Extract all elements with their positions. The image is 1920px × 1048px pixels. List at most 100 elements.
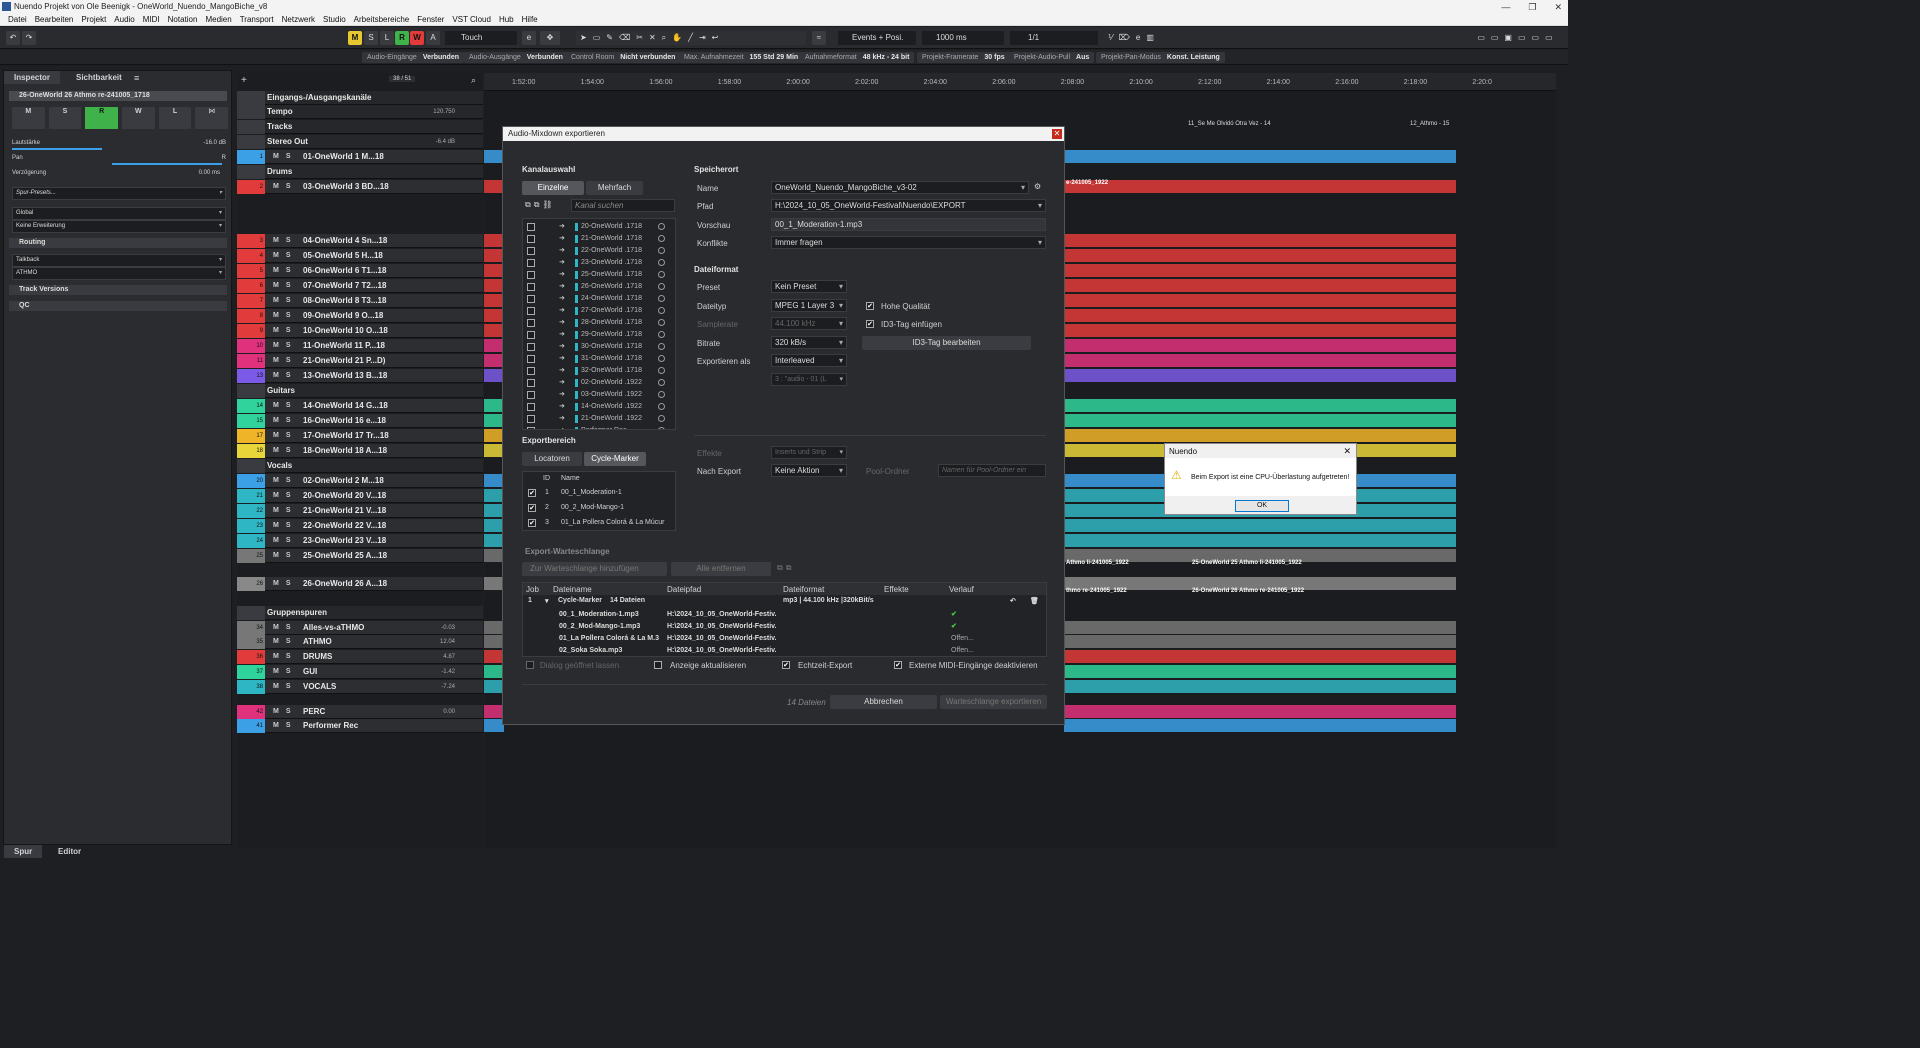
listen-button[interactable]: L bbox=[380, 31, 394, 45]
bitrate-select[interactable]: 320 kB/s bbox=[771, 336, 847, 349]
status-audio-in[interactable]: Audio-Eingänge Verbunden bbox=[362, 52, 465, 63]
track-mute-solo[interactable]: MS bbox=[273, 294, 298, 308]
extension-select[interactable]: Keine Erweiterung bbox=[12, 220, 226, 233]
channel-row[interactable]: ➜ 21-OneWorld .1922 bbox=[523, 413, 673, 425]
menu-netzwerk[interactable]: Netzwerk bbox=[278, 14, 319, 25]
track-row[interactable]: 22 MS 21-OneWorld 21 V...18 bbox=[237, 504, 483, 518]
audio-event[interactable] bbox=[1064, 324, 1456, 337]
track-row[interactable]: 17 MS 17-OneWorld 17 Tr...18 bbox=[237, 429, 483, 443]
menu-fenster[interactable]: Fenster bbox=[413, 14, 448, 25]
channel-checkbox[interactable] bbox=[527, 307, 535, 315]
channel-row[interactable]: ➜ 26-OneWorld .1718 bbox=[523, 281, 673, 293]
channel-row[interactable]: ➜ 29-OneWorld .1718 bbox=[523, 329, 673, 341]
queue-add-button[interactable]: Zur Warteschlange hinzufügen bbox=[522, 562, 667, 576]
dateityp-select[interactable]: MPEG 1 Layer 3 bbox=[771, 299, 847, 312]
anzeige-checkbox[interactable] bbox=[654, 661, 662, 669]
queue-file-row[interactable]: 02_Soka Soka.mp3 H:\2024_10_05_OneWorld-F… bbox=[523, 645, 1043, 657]
volume-row[interactable]: Lautstärke -16.0 dB bbox=[12, 140, 228, 150]
section-track-versions[interactable]: Track Versions bbox=[9, 285, 227, 295]
marker-row[interactable]: ✔ 3 01_La Pollera Colorá & La Múcur bbox=[523, 516, 673, 530]
track-mute-solo[interactable]: MS bbox=[273, 489, 298, 503]
audio-event[interactable] bbox=[1064, 719, 1456, 732]
channel-checkbox[interactable] bbox=[527, 331, 535, 339]
track-mute-solo[interactable]: MS bbox=[273, 150, 298, 164]
audio-event[interactable] bbox=[484, 680, 504, 693]
close-icon[interactable]: ✕ bbox=[1554, 0, 1562, 14]
track-row[interactable]: Stereo Out -6.4 dB bbox=[237, 135, 483, 149]
id3-edit-button[interactable]: ID3-Tag bearbeiten bbox=[862, 336, 1031, 350]
audio-event[interactable] bbox=[484, 294, 504, 307]
abbrechen-button[interactable]: Abbrechen bbox=[830, 695, 937, 709]
track-value[interactable]: 120.750 bbox=[433, 105, 455, 119]
menu-audio[interactable]: Audio bbox=[110, 14, 138, 25]
track-row[interactable]: 10 MS 11-OneWorld 11 P...18 bbox=[237, 339, 483, 353]
track-row[interactable]: 2 MS 03-OneWorld 3 BD...18 bbox=[237, 180, 483, 194]
audio-event[interactable] bbox=[484, 705, 504, 718]
tab-inspector[interactable]: Inspector bbox=[4, 71, 61, 84]
track-mute-solo[interactable]: MS bbox=[273, 534, 298, 548]
track-row[interactable]: 11 MS 21-OneWorld 21 P...D) bbox=[237, 354, 483, 368]
track-row[interactable]: Gruppenspuren bbox=[237, 606, 483, 620]
grid-icon[interactable]: ≈ bbox=[812, 31, 826, 45]
track-mute-solo[interactable]: MS bbox=[273, 719, 298, 733]
channel-row[interactable]: ➜ 02-OneWorld .1922 bbox=[523, 377, 673, 389]
track-row[interactable]: Drums bbox=[237, 165, 483, 179]
audio-event[interactable] bbox=[1064, 519, 1456, 532]
automation-button[interactable]: A bbox=[426, 31, 440, 45]
channel-checkbox[interactable] bbox=[527, 271, 535, 279]
pfad-input[interactable]: H:\2024_10_05_OneWorld-Festival\Nuendo\E… bbox=[771, 199, 1046, 212]
dialog-open-checkbox[interactable] bbox=[526, 661, 534, 669]
track-row[interactable]: 25 MS 25-OneWorld 25 A...18 bbox=[237, 549, 483, 563]
audio-event[interactable] bbox=[484, 264, 504, 277]
maximize-icon[interactable]: ❐ bbox=[1528, 0, 1536, 14]
track-mute-solo[interactable]: MS bbox=[273, 309, 298, 323]
channel-row[interactable]: ➜ 24-OneWorld .1718 bbox=[523, 293, 673, 305]
audio-event[interactable] bbox=[1064, 635, 1456, 648]
echtzeit-checkbox[interactable]: ✔ bbox=[782, 661, 790, 669]
audio-event[interactable] bbox=[1064, 429, 1456, 442]
delay-row[interactable]: Verzögerung 0.00 ms bbox=[12, 170, 228, 180]
track-mute-solo[interactable]: MS bbox=[273, 680, 298, 694]
menu-icon[interactable]: ≡ bbox=[134, 73, 139, 83]
menu-vst-cloud[interactable]: VST Cloud bbox=[448, 14, 495, 25]
track-row[interactable]: 37 MS GUI -1.42 bbox=[237, 665, 483, 679]
audio-event[interactable] bbox=[1064, 279, 1456, 292]
track-row[interactable]: 38 MS VOCALS -7.24 bbox=[237, 680, 483, 694]
track-row[interactable]: 41 MS Performer Rec bbox=[237, 719, 483, 733]
pool-ordner-input[interactable]: Namen für Pool-Ordner ein bbox=[938, 464, 1046, 477]
pan-slider[interactable] bbox=[112, 163, 222, 165]
status-pan-mode[interactable]: Projekt-Pan-Modus Konst. Leistung bbox=[1096, 52, 1225, 63]
audio-event[interactable] bbox=[484, 489, 504, 502]
audio-event[interactable] bbox=[484, 665, 504, 678]
read-button[interactable]: R bbox=[395, 31, 409, 45]
audio-event[interactable] bbox=[1064, 665, 1456, 678]
queue-job-row[interactable]: 1 ▾ Cycle-Marker 14 Dateien mp3 | 44.100… bbox=[523, 597, 1043, 609]
track-row[interactable]: 6 MS 07-OneWorld 7 T2...18 bbox=[237, 279, 483, 293]
global-select[interactable]: Global bbox=[12, 207, 226, 220]
audio-event[interactable] bbox=[484, 635, 504, 648]
audio-event[interactable] bbox=[1064, 249, 1456, 262]
audio-event[interactable] bbox=[484, 150, 504, 163]
redo-icon[interactable]: ↷ bbox=[22, 31, 36, 45]
menu-transport[interactable]: Transport bbox=[236, 14, 278, 25]
automation-mode-select[interactable]: Touch bbox=[445, 31, 517, 45]
inspector-phase-icon[interactable]: ⋈ bbox=[195, 107, 229, 129]
nach-export-select[interactable]: Keine Aktion bbox=[771, 464, 847, 477]
queue-file-row[interactable]: 00_1_Moderation-1.mp3 H:\2024_10_05_OneWo… bbox=[523, 609, 1043, 621]
tab-sichtbarkeit[interactable]: Sichtbarkeit bbox=[66, 71, 132, 84]
tab-editor[interactable]: Editor bbox=[48, 845, 91, 858]
undo-icon[interactable]: ↶ bbox=[6, 31, 20, 45]
track-mute-solo[interactable]: MS bbox=[273, 665, 298, 679]
pan-row[interactable]: Pan R bbox=[12, 155, 228, 165]
solo-button[interactable]: S bbox=[364, 31, 378, 45]
channel-row[interactable]: ➜ 21-OneWorld .1718 bbox=[523, 233, 673, 245]
locatoren-button[interactable]: Locatoren bbox=[522, 452, 582, 466]
edit-icon[interactable]: e bbox=[522, 31, 536, 45]
exportieren-als-select[interactable]: Interleaved bbox=[771, 354, 847, 367]
track-row[interactable]: 24 MS 23-OneWorld 23 V...18 bbox=[237, 534, 483, 548]
channel-checkbox[interactable] bbox=[527, 235, 535, 243]
menu-bearbeiten[interactable]: Bearbeiten bbox=[31, 14, 78, 25]
track-mute-solo[interactable]: MS bbox=[273, 279, 298, 293]
audio-event[interactable] bbox=[484, 534, 504, 547]
menu-hub[interactable]: Hub bbox=[495, 14, 518, 25]
